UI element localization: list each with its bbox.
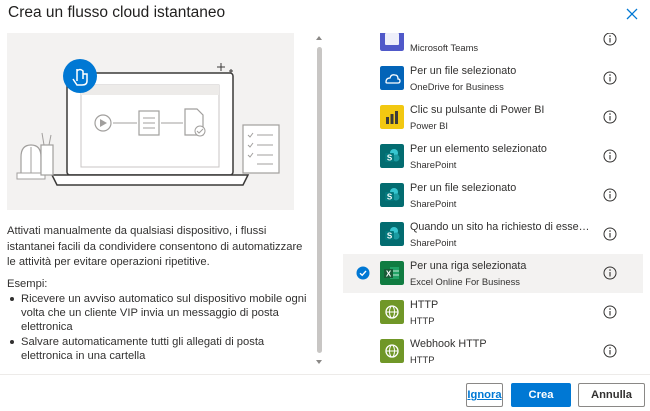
svg-text:S: S: [387, 232, 393, 241]
trigger-row[interactable]: Per un file selezionato OneDrive for Busi…: [343, 59, 643, 98]
trigger-row[interactable]: Webhook HTTP HTTP: [343, 332, 643, 368]
info-icon[interactable]: [603, 33, 617, 46]
trigger-connector: HTTP: [410, 354, 435, 365]
examples-title: Esempi:: [7, 278, 48, 290]
trigger-row[interactable]: S Quando un sito ha richiesto di esser...…: [343, 215, 643, 254]
cancel-button[interactable]: Annulla: [578, 383, 645, 407]
close-icon[interactable]: [624, 6, 640, 22]
description-scrollbar[interactable]: [313, 33, 325, 367]
flow-description: Attivati manualmente da qualsiasi dispos…: [7, 225, 303, 268]
trigger-connector: SharePoint: [410, 237, 457, 248]
illustration: [7, 33, 294, 210]
scroll-thumb[interactable]: [317, 47, 322, 353]
trigger-connector: OneDrive for Business: [410, 81, 504, 92]
trigger-row[interactable]: HTTP HTTP: [343, 293, 643, 332]
trigger-connector: Power BI: [410, 120, 449, 131]
info-icon[interactable]: [603, 227, 617, 241]
create-button[interactable]: Crea: [511, 383, 571, 407]
selected-check-icon: [356, 266, 370, 280]
trigger-name: Per un file selezionato: [410, 182, 517, 194]
sharepoint-icon: S: [380, 144, 404, 168]
trigger-connector: SharePoint: [410, 198, 457, 209]
trigger-name: Webhook HTTP: [410, 338, 487, 350]
info-icon[interactable]: [603, 344, 617, 358]
trigger-row[interactable]: S Per un file selezionato SharePoint: [343, 176, 643, 215]
trigger-list: Microsoft Teams Per un file selezionato On…: [343, 33, 643, 368]
trigger-name: Per una riga selezionata: [410, 260, 527, 272]
trigger-name: Per un elemento selezionato: [410, 143, 547, 155]
trigger-connector: HTTP: [410, 315, 435, 326]
trigger-row[interactable]: X Per una riga selezionata Excel Online Fo…: [343, 254, 643, 293]
laptop-illustration: [7, 33, 294, 210]
info-icon[interactable]: [603, 305, 617, 319]
info-icon[interactable]: [603, 71, 617, 85]
info-icon[interactable]: [603, 266, 617, 280]
teams-icon: [380, 33, 404, 51]
trigger-connector: Microsoft Teams: [410, 42, 479, 53]
scroll-down-arrow-icon[interactable]: [316, 360, 322, 364]
sharepoint-icon: S: [380, 222, 404, 246]
trigger-connector: SharePoint: [410, 159, 457, 170]
http-icon: [380, 300, 404, 324]
onedrive-icon: [380, 66, 404, 90]
trigger-row[interactable]: Clic su pulsante di Power BI Power BI: [343, 98, 643, 137]
trigger-row[interactable]: S Per un elemento selezionato SharePoint: [343, 137, 643, 176]
svg-text:X: X: [386, 270, 392, 279]
svg-text:S: S: [387, 154, 393, 163]
info-icon[interactable]: [603, 149, 617, 163]
dialog-title: Crea un flusso cloud istantaneo: [8, 4, 226, 21]
info-icon[interactable]: [603, 188, 617, 202]
example-item: Ricevere un avviso automatico sul dispos…: [7, 292, 307, 335]
trigger-name: Clic su pulsante di Power BI: [410, 104, 545, 116]
trigger-name: Quando un sito ha richiesto di esser...: [410, 221, 590, 233]
trigger-name: Per un file selezionato: [410, 65, 517, 77]
info-icon[interactable]: [603, 110, 617, 124]
trigger-row[interactable]: Microsoft Teams: [343, 33, 643, 59]
scroll-up-arrow-icon[interactable]: [316, 36, 322, 40]
sharepoint-icon: S: [380, 183, 404, 207]
trigger-name: HTTP: [410, 299, 439, 311]
powerbi-icon: [380, 105, 404, 129]
svg-text:S: S: [387, 193, 393, 202]
footer-divider: [0, 374, 650, 375]
example-item: Salvare automaticamente tutti gli allega…: [7, 335, 307, 363]
ignore-button[interactable]: Ignora: [466, 383, 503, 407]
excel-icon: X: [380, 261, 404, 285]
examples-list: Ricevere un avviso automatico sul dispos…: [7, 292, 307, 363]
http-icon: [380, 339, 404, 363]
trigger-connector: Excel Online For Business: [410, 276, 520, 287]
